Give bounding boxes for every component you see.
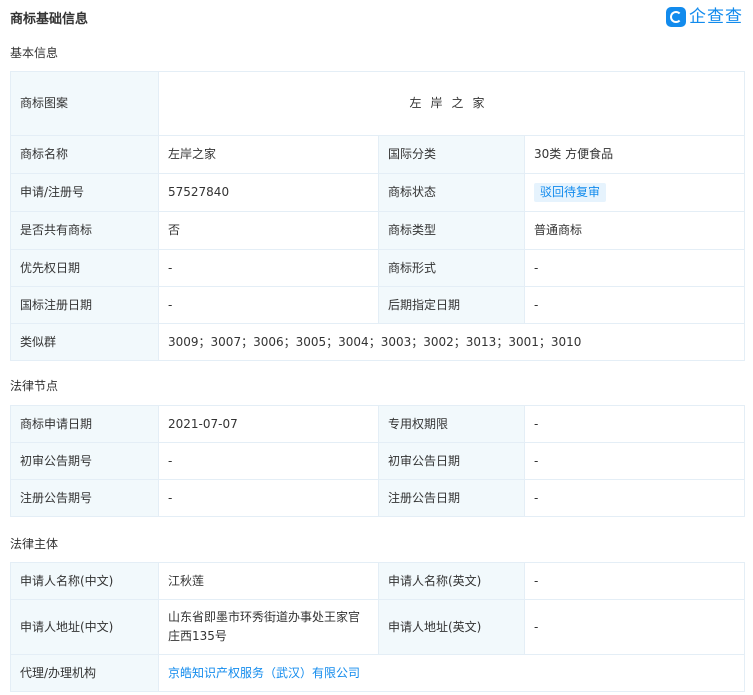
value-prelim-announce-no: -	[158, 442, 379, 480]
value-reg-announce-no: -	[158, 479, 379, 517]
table-row: 申请人地址(中文) 山东省即墨市环秀街道办事处王家官庄西135号 申请人地址(英…	[10, 599, 745, 655]
value-applicant-address-en: -	[524, 599, 745, 655]
label-trademark-name: 商标名称	[10, 135, 159, 174]
table-row: 优先权日期 - 商标形式 -	[10, 249, 746, 287]
section-title-legal-subject: 法律主体	[10, 537, 59, 551]
label-trademark-form: 商标形式	[378, 249, 525, 287]
table-row: 代理/办理机构 京皓知识产权服务（武汉）有限公司	[10, 654, 745, 692]
table-row: 商标名称 左岸之家 国际分类 30类 方便食品	[10, 135, 746, 174]
label-applicant-name-cn: 申请人名称(中文)	[10, 562, 159, 600]
label-reg-announce-date: 注册公告日期	[378, 479, 525, 517]
label-later-designation-date: 后期指定日期	[378, 286, 525, 324]
trademark-image: 左岸之家	[157, 71, 746, 136]
label-prelim-announce-no: 初审公告期号	[10, 442, 159, 480]
legal-subject-table: 申请人名称(中文) 江秋莲 申请人名称(英文) - 申请人地址(中文) 山东省即…	[10, 562, 745, 692]
label-intl-class: 国际分类	[378, 135, 525, 174]
table-row: 是否共有商标 否 商标类型 普通商标	[10, 211, 746, 250]
section-title-basic: 基本信息	[10, 46, 59, 60]
value-similar-groups: 3009；3007；3006；3005；3004；3003；3002；3013；…	[157, 323, 746, 361]
label-priority-date: 优先权日期	[10, 249, 159, 287]
table-row: 注册公告期号 - 注册公告日期 -	[10, 479, 745, 517]
page-title: 商标基础信息	[10, 12, 89, 27]
section-title-legal-nodes: 法律节点	[10, 379, 59, 393]
label-intl-reg-date: 国标注册日期	[10, 286, 159, 324]
qichacha-logo-icon	[666, 7, 686, 27]
label-application-date: 商标申请日期	[10, 405, 159, 443]
value-applicant-name-en: -	[524, 562, 745, 600]
value-exclusive-right-period: -	[524, 405, 745, 443]
label-trademark-type: 商标类型	[378, 211, 525, 250]
table-row: 商标申请日期 2021-07-07 专用权期限 -	[10, 405, 745, 443]
label-similar-groups: 类似群	[10, 323, 159, 361]
table-row: 国标注册日期 - 后期指定日期 -	[10, 286, 746, 324]
value-trademark-name: 左岸之家	[158, 135, 379, 174]
value-intl-reg-date: -	[158, 286, 379, 324]
table-row: 申请人名称(中文) 江秋莲 申请人名称(英文) -	[10, 562, 745, 600]
value-shared-trademark: 否	[158, 211, 379, 250]
status-badge: 驳回待复审	[534, 183, 607, 202]
value-trademark-form: -	[523, 249, 746, 287]
label-applicant-address-cn: 申请人地址(中文)	[10, 599, 159, 655]
brand-name: 企查查	[689, 7, 743, 27]
value-priority-date: -	[158, 249, 379, 287]
value-application-date: 2021-07-07	[158, 405, 379, 443]
table-row: 商标图案 左岸之家	[10, 71, 746, 136]
value-trademark-type: 普通商标	[523, 211, 746, 250]
value-applicant-name-cn: 江秋莲	[158, 562, 379, 600]
value-reg-number: 57527840	[158, 173, 379, 212]
label-trademark-image: 商标图案	[10, 71, 159, 136]
value-later-designation-date: -	[523, 286, 746, 324]
table-row: 初审公告期号 - 初审公告日期 -	[10, 442, 745, 480]
legal-nodes-table: 商标申请日期 2021-07-07 专用权期限 - 初审公告期号 - 初审公告日…	[10, 405, 745, 517]
label-shared-trademark: 是否共有商标	[10, 211, 159, 250]
table-row: 类似群 3009；3007；3006；3005；3004；3003；3002；3…	[10, 323, 746, 361]
label-exclusive-right-period: 专用权期限	[378, 405, 525, 443]
label-agent: 代理/办理机构	[10, 654, 159, 692]
label-reg-number: 申请/注册号	[10, 173, 159, 212]
label-applicant-name-en: 申请人名称(英文)	[378, 562, 525, 600]
label-reg-announce-no: 注册公告期号	[10, 479, 159, 517]
label-prelim-announce-date: 初审公告日期	[378, 442, 525, 480]
value-prelim-announce-date: -	[524, 442, 745, 480]
agent-link[interactable]: 京皓知识产权服务（武汉）有限公司	[168, 666, 360, 680]
label-trademark-status: 商标状态	[378, 173, 525, 212]
value-applicant-address-cn: 山东省即墨市环秀街道办事处王家官庄西135号	[158, 599, 379, 655]
label-applicant-address-en: 申请人地址(英文)	[378, 599, 525, 655]
basic-info-table: 商标图案 左岸之家 商标名称 左岸之家 国际分类 30类 方便食品 申请/注册号…	[10, 71, 746, 361]
table-row: 申请/注册号 57527840 商标状态 驳回待复审	[10, 173, 746, 212]
brand-logo: 企查查	[666, 6, 743, 28]
value-intl-class: 30类 方便食品	[523, 135, 746, 174]
value-reg-announce-date: -	[524, 479, 745, 517]
